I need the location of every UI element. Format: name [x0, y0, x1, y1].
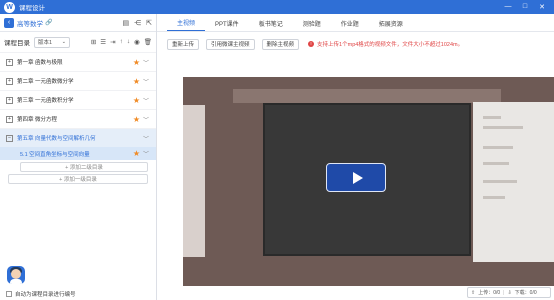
star-icon[interactable]: ★ — [133, 96, 140, 105]
star-icon[interactable]: ★ — [133, 58, 140, 67]
close-button[interactable]: ✕ — [538, 3, 546, 11]
add-chapter-icon[interactable]: ⊞ — [91, 38, 96, 46]
toc-title: 课程目录 — [4, 40, 30, 47]
expand-icon[interactable]: + — [6, 115, 13, 123]
chapter-label: 第四章 微分方程 — [17, 117, 58, 123]
indent-icon[interactable]: ⇥ — [110, 38, 115, 46]
move-up-icon[interactable]: ↑ — [120, 38, 123, 46]
delete-icon[interactable]: 🗑 — [144, 38, 152, 46]
share-icon[interactable]: ⋲ — [134, 19, 141, 27]
version-select[interactable]: 版本1 ⌄ — [34, 36, 70, 48]
export-icon[interactable]: ⇱ — [146, 19, 152, 27]
expand-icon[interactable]: + — [6, 77, 13, 85]
download-count: 下载：0/0 — [514, 290, 537, 296]
expand-icon[interactable]: + — [6, 58, 13, 66]
star-icon[interactable]: ★ — [133, 77, 140, 86]
chevron-down-icon: ⌄ — [61, 39, 66, 45]
tab-main-video[interactable]: 主视频 — [167, 15, 206, 31]
add-chapter-button[interactable]: + 添加一级目录 — [8, 174, 148, 184]
collapse-chevron-icon[interactable]: ﹀ — [142, 77, 150, 86]
window-title: 课程设计 — [19, 5, 45, 12]
course-name: 高等数学 — [17, 20, 43, 28]
document-icon[interactable]: ▤ — [123, 19, 130, 27]
auto-number-label: 自动为课程目录进行编号 — [15, 292, 76, 298]
tab-quiz[interactable]: 测验题 — [293, 15, 331, 31]
avatar[interactable] — [7, 266, 25, 284]
chapter-label: 第二章 一元函数微分学 — [17, 79, 74, 85]
chapter-item[interactable]: + 第一章 函数与极限 ★ ﹀ — [0, 52, 156, 71]
star-icon[interactable]: ★ — [133, 149, 140, 158]
expand-icon[interactable]: + — [6, 96, 13, 104]
collapse-chevron-icon[interactable]: ﹀ — [142, 115, 150, 124]
section-item-active[interactable]: 5.1 空间直角坐标与空间向量 ★ ﹀ — [0, 147, 156, 160]
title-bar: W 课程设计 — □ ✕ — [0, 0, 554, 14]
cite-video-button[interactable]: 引用微课主视频 — [206, 38, 255, 50]
delete-video-button[interactable]: 删除主视频 — [261, 38, 300, 50]
collapse-chevron-icon[interactable]: ﹀ — [142, 134, 150, 143]
video-frame-right — [473, 102, 554, 262]
left-panel: ‹ 高等数学 🔗 ▤ ⋲ ⇱ 课程目录 版本1 ⌄ ⊞ ☰ ⇥ ↑ ↓ ◉ 🗑 … — [0, 14, 157, 300]
chapter-item[interactable]: + 第二章 一元函数微分学 ★ ﹀ — [0, 71, 156, 90]
toc-header: 课程目录 版本1 ⌄ ⊞ ☰ ⇥ ↑ ↓ ◉ 🗑 — [0, 32, 156, 52]
chapter-label: 第三章 一元函数积分学 — [17, 98, 74, 104]
upload-notice-text: 支持上传1个mp4格式的视频文件，文件大小不超过1024m。 — [317, 42, 464, 48]
tab-ppt[interactable]: PPT课件 — [205, 15, 249, 31]
list-icon[interactable]: ☰ — [100, 38, 106, 46]
chapter-label: 第五章 向量代数与空间解析几何 — [17, 136, 96, 142]
tab-board-notes[interactable]: 板书笔记 — [249, 15, 293, 31]
version-value: 版本1 — [38, 40, 53, 46]
back-button[interactable]: ‹ — [4, 17, 14, 28]
upload-notice: ! 支持上传1个mp4格式的视频文件，文件大小不超过1024m。 — [308, 40, 463, 48]
tab-homework[interactable]: 作业题 — [331, 15, 369, 31]
upload-arrow-icon: ⇧ — [471, 289, 476, 296]
transfer-status: ⇧ 上传：0/0 | ⇩ 下载：0/0 — [467, 287, 551, 298]
main-panel: 主视频 PPT课件 板书笔记 测验题 作业题 拓展资源 重新上传 引用微课主视频… — [157, 14, 554, 300]
collapse-chevron-icon[interactable]: ﹀ — [142, 96, 150, 105]
tab-resources[interactable]: 拓展资源 — [369, 15, 413, 31]
link-icon[interactable]: 🔗 — [45, 19, 52, 26]
move-down-icon[interactable]: ↓ — [127, 38, 130, 46]
window-controls: — □ ✕ — [504, 3, 546, 11]
download-arrow-icon: ⇩ — [507, 289, 512, 296]
play-button[interactable] — [326, 163, 386, 192]
chapter-label: 第一章 函数与极限 — [17, 60, 63, 66]
maximize-button[interactable]: □ — [521, 3, 529, 11]
app-logo-icon: W — [4, 1, 15, 13]
video-player[interactable] — [183, 77, 554, 286]
play-icon — [352, 171, 363, 184]
section-label: 5.1 空间直角坐标与空间向量 — [20, 151, 90, 158]
chapter-item-active[interactable]: − 第五章 向量代数与空间解析几何 ﹀ — [0, 128, 156, 147]
collapse-chevron-icon[interactable]: ﹀ — [142, 149, 150, 158]
auto-number-checkbox[interactable] — [6, 291, 12, 297]
upload-count: 上传：0/0 — [478, 290, 501, 296]
collapse-chevron-icon[interactable]: ﹀ — [142, 58, 150, 67]
auto-number-option[interactable]: 自动为课程目录进行编号 — [6, 290, 76, 298]
reupload-button[interactable]: 重新上传 — [167, 38, 200, 50]
tab-bar: 主视频 PPT课件 板书笔记 测验题 作业题 拓展资源 — [157, 14, 554, 32]
warning-icon: ! — [308, 41, 315, 47]
avatar-body — [10, 279, 22, 284]
collapse-icon[interactable]: − — [6, 134, 13, 142]
star-icon[interactable]: ★ — [133, 115, 140, 124]
status-separator: | — [503, 289, 505, 296]
chapter-item[interactable]: + 第四章 微分方程 ★ ﹀ — [0, 109, 156, 128]
minimize-button[interactable]: — — [504, 3, 512, 11]
add-subsection-button[interactable]: + 添加二级目录 — [20, 162, 148, 172]
video-frame-left — [183, 105, 205, 257]
avatar-face — [11, 269, 21, 279]
course-header: ‹ 高等数学 🔗 ▤ ⋲ ⇱ — [0, 14, 156, 32]
preview-eye-icon[interactable]: ◉ — [134, 38, 140, 46]
video-actions: 重新上传 引用微课主视频 删除主视频 ! 支持上传1个mp4格式的视频文件，文件… — [157, 34, 554, 54]
video-frame-top — [233, 89, 501, 103]
chapter-item[interactable]: + 第三章 一元函数积分学 ★ ﹀ — [0, 90, 156, 109]
